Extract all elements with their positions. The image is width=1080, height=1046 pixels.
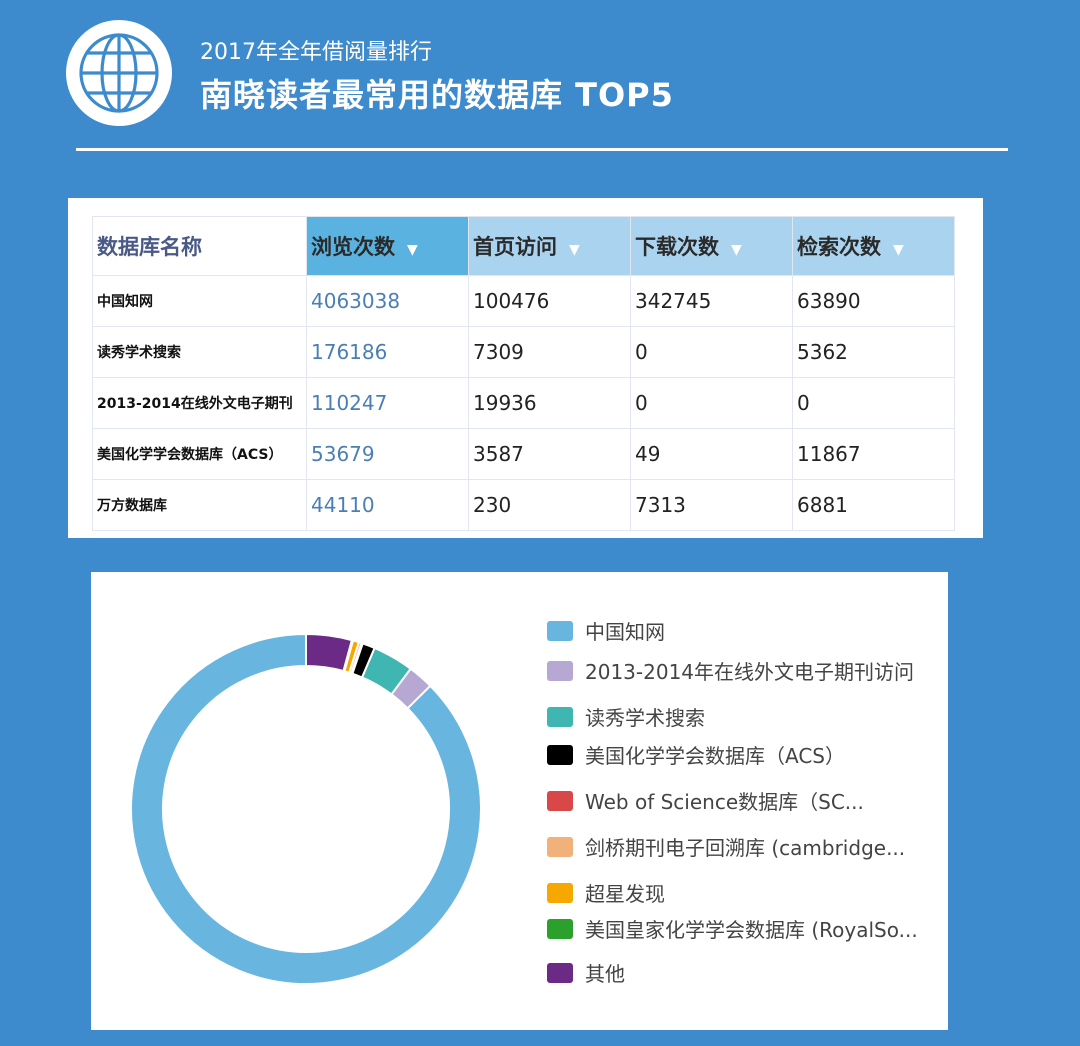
legend-label: 超星发现 xyxy=(585,882,665,906)
legend-label: 剑桥期刊电子回溯库 (cambridge... xyxy=(585,836,906,860)
legend-swatch xyxy=(547,744,573,765)
legend-label: 美国皇家化学学会数据库 (RoyalSo... xyxy=(585,918,918,942)
table-cell-name: 万方数据库 xyxy=(92,479,307,531)
legend-label: 中国知网 xyxy=(585,620,665,644)
table-cell-views: 4063038 xyxy=(306,275,469,327)
legend-item-4[interactable]: Web of Science数据库（SC... xyxy=(547,786,864,815)
table-row: 2013-2014在线外文电子期刊 110247 19936 0 0 xyxy=(92,377,955,429)
legend-swatch xyxy=(547,836,573,857)
legend-swatch xyxy=(547,962,573,983)
table-cell-searches: 0 xyxy=(792,377,955,429)
table-row: 万方数据库 44110 230 7313 6881 xyxy=(92,479,955,531)
table-cell-downloads: 342745 xyxy=(630,275,793,327)
legend-label: Web of Science数据库（SC... xyxy=(585,790,864,814)
column-header-database-name: 数据库名称 xyxy=(92,216,307,276)
table-cell-downloads: 0 xyxy=(630,326,793,378)
column-header-homepage-visits[interactable]: 首页访问 ▼ xyxy=(468,216,631,276)
legend-item-2[interactable]: 读秀学术搜索 xyxy=(547,702,705,731)
table-cell-searches: 5362 xyxy=(792,326,955,378)
database-stats-table-card: 数据库名称 浏览次数 ▼ 首页访问 ▼ 下载次数 ▼ 检索次数 ▼ 中国知网 40630… xyxy=(68,198,983,538)
legend-swatch xyxy=(547,918,573,939)
table-cell-searches: 11867 xyxy=(792,428,955,480)
donut-slice-8[interactable] xyxy=(305,632,354,673)
header-divider xyxy=(76,148,1008,151)
legend-swatch xyxy=(547,660,573,681)
table-row: 美国化学学会数据库（ACS） 53679 3587 49 11867 xyxy=(92,428,955,480)
legend-label: 读秀学术搜索 xyxy=(585,706,705,730)
table-cell-homepage-visits: 3587 xyxy=(468,428,631,480)
header-subtitle: 2017年全年借阅量排行 xyxy=(200,40,432,65)
table-cell-downloads: 49 xyxy=(630,428,793,480)
legend-item-7[interactable]: 美国皇家化学学会数据库 (RoyalSo... xyxy=(547,914,918,943)
legend-label: 美国化学学会数据库（ACS） xyxy=(585,744,845,768)
legend-item-5[interactable]: 剑桥期刊电子回溯库 (cambridge... xyxy=(547,832,905,861)
legend-swatch xyxy=(547,882,573,903)
column-header-views[interactable]: 浏览次数 ▼ xyxy=(306,216,469,276)
legend-label: 其他 xyxy=(585,962,625,986)
chevron-down-icon[interactable]: ▼ xyxy=(569,242,580,258)
database-stats-table: 数据库名称 浏览次数 ▼ 首页访问 ▼ 下载次数 ▼ 检索次数 ▼ 中国知网 40630… xyxy=(92,216,955,531)
table-row: 读秀学术搜索 176186 7309 0 5362 xyxy=(92,326,955,378)
legend-swatch xyxy=(547,706,573,727)
table-cell-searches: 63890 xyxy=(792,275,955,327)
table-cell-downloads: 0 xyxy=(630,377,793,429)
column-header-downloads[interactable]: 下载次数 ▼ xyxy=(630,216,793,276)
legend-item-6[interactable]: 超星发现 xyxy=(547,878,665,907)
table-cell-name: 2013-2014在线外文电子期刊 xyxy=(92,377,307,429)
donut-chart xyxy=(130,632,482,985)
table-cell-name: 美国化学学会数据库（ACS） xyxy=(92,428,307,480)
legend-item-0[interactable]: 中国知网 xyxy=(547,616,665,645)
table-cell-views: 176186 xyxy=(306,326,469,378)
legend-item-1[interactable]: 2013-2014年在线外文电子期刊访问 xyxy=(547,656,914,685)
legend-swatch xyxy=(547,790,573,811)
legend-label: 2013-2014年在线外文电子期刊访问 xyxy=(585,660,915,684)
donut-chart-card: 中国知网 2013-2014年在线外文电子期刊访问 读秀学术搜索美国化学学会数据库（… xyxy=(91,572,948,1030)
table-row: 中国知网 4063038 100476 342745 63890 xyxy=(92,275,955,327)
table-cell-searches: 6881 xyxy=(792,479,955,531)
page-title: 南晓读者最常用的数据库 TOP5 xyxy=(200,76,674,114)
table-cell-homepage-visits: 100476 xyxy=(468,275,631,327)
globe-icon xyxy=(66,20,172,126)
chevron-down-icon[interactable]: ▼ xyxy=(407,242,418,258)
table-cell-name: 中国知网 xyxy=(92,275,307,327)
legend-swatch xyxy=(547,620,573,641)
table-cell-homepage-visits: 19936 xyxy=(468,377,631,429)
column-header-searches[interactable]: 检索次数 ▼ xyxy=(792,216,955,276)
table-cell-homepage-visits: 7309 xyxy=(468,326,631,378)
chevron-down-icon[interactable]: ▼ xyxy=(893,242,904,258)
chevron-down-icon[interactable]: ▼ xyxy=(731,242,742,258)
table-cell-views: 44110 xyxy=(306,479,469,531)
legend-item-8[interactable]: 其他 xyxy=(547,958,625,987)
table-cell-homepage-visits: 230 xyxy=(468,479,631,531)
table-cell-downloads: 7313 xyxy=(630,479,793,531)
table-cell-views: 110247 xyxy=(306,377,469,429)
legend-item-3[interactable]: 美国化学学会数据库（ACS） xyxy=(547,740,845,769)
table-cell-name: 读秀学术搜索 xyxy=(92,326,307,378)
table-header-row: 数据库名称 浏览次数 ▼ 首页访问 ▼ 下载次数 ▼ 检索次数 ▼ xyxy=(92,216,955,276)
table-cell-views: 53679 xyxy=(306,428,469,480)
